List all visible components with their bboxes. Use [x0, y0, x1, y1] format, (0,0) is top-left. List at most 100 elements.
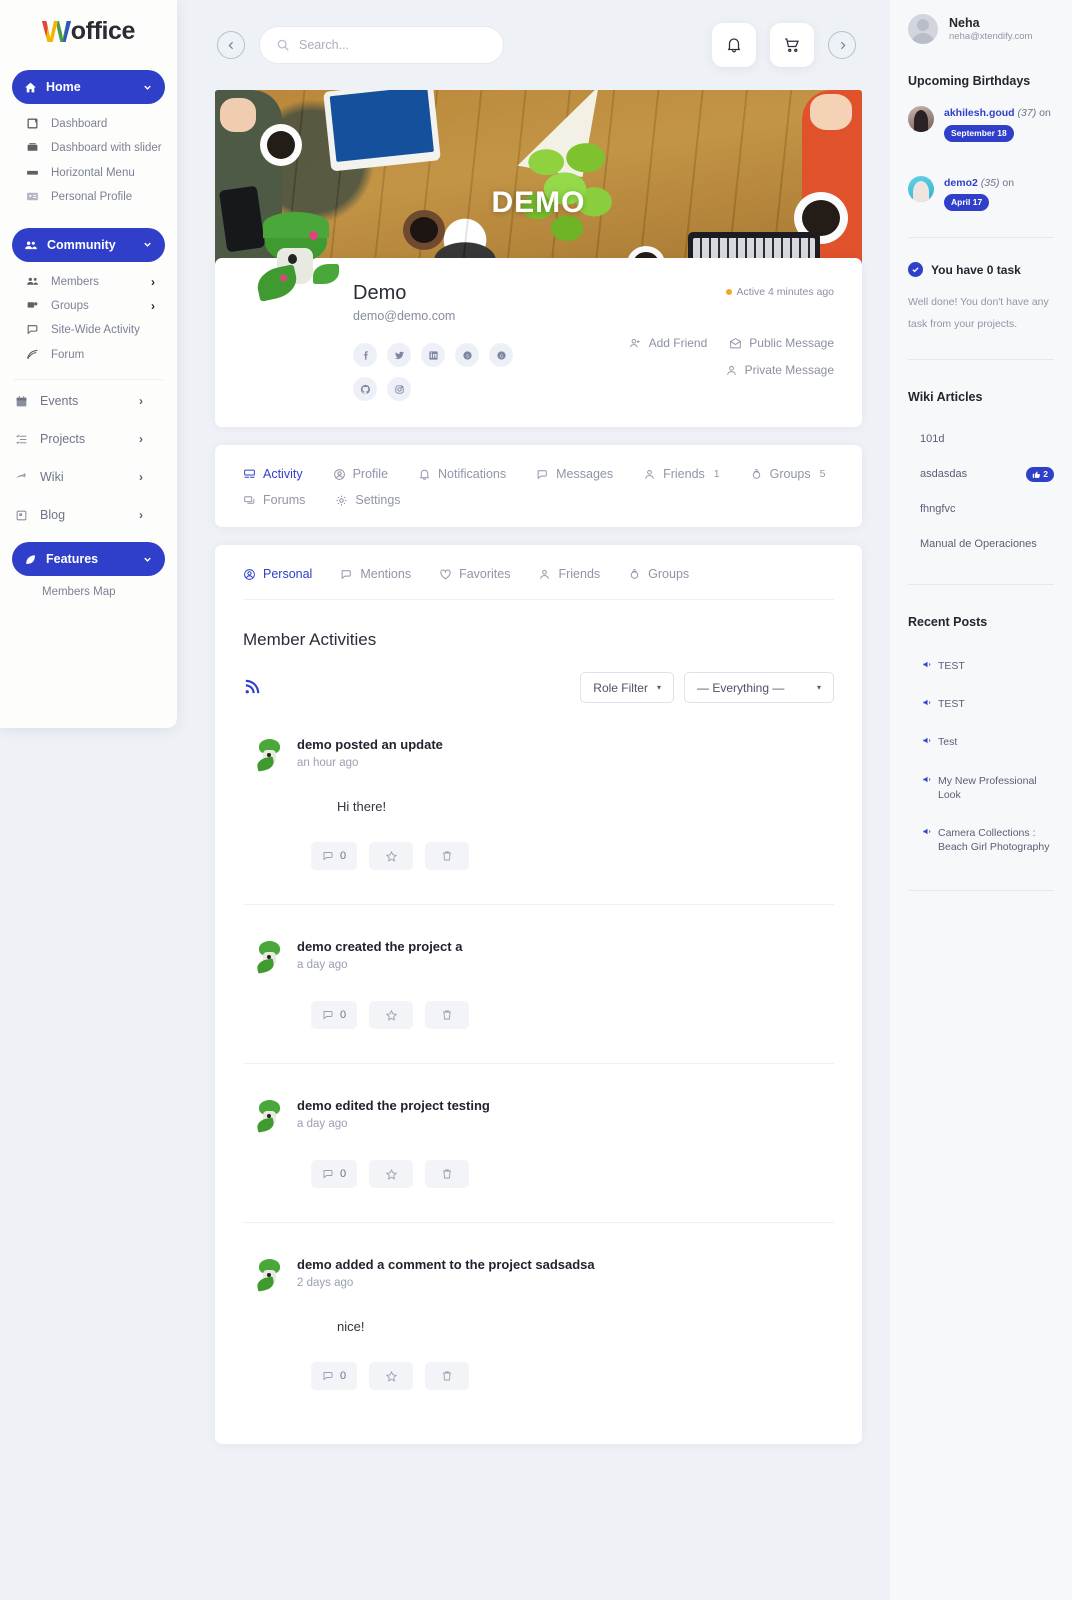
rss-icon[interactable]	[243, 679, 260, 696]
sidebar-item-members-map[interactable]: Members Map	[0, 586, 177, 598]
sidebar-item-events[interactable]: Events ›	[0, 382, 177, 420]
wiki-list-item[interactable]: Manual de Operaciones	[908, 527, 1054, 562]
birthday-text: akhilesh.goud (37) on September 18	[944, 106, 1051, 142]
back-button[interactable]	[217, 31, 245, 59]
comment-button[interactable]: 0	[311, 1001, 358, 1029]
filter-tab-favorites[interactable]: Favorites	[439, 567, 510, 581]
sidebar-item-features[interactable]: Features	[12, 542, 165, 576]
tab-forums[interactable]: Forums	[243, 493, 305, 507]
tab-settings[interactable]: Settings	[335, 493, 401, 507]
avatar[interactable]	[255, 1259, 283, 1292]
post-list-item[interactable]: TEST	[908, 685, 1054, 723]
birthday-name[interactable]: demo2	[944, 177, 978, 189]
filter-tab-groups[interactable]: Groups	[628, 567, 689, 581]
favorite-button[interactable]	[369, 1362, 414, 1390]
tab-groups[interactable]: Groups 5	[750, 467, 825, 481]
public-message-icon	[729, 337, 742, 350]
search-box[interactable]	[259, 26, 504, 64]
add-friend-button[interactable]: Add Friend	[629, 336, 707, 350]
activity-title: demo posted an update	[297, 737, 443, 752]
google-plus-icon[interactable]: G	[489, 343, 513, 367]
messages-icon	[536, 468, 549, 481]
post-list-item[interactable]: TEST	[908, 647, 1054, 685]
private-message-button[interactable]: Private Message	[725, 363, 834, 377]
delete-button[interactable]	[425, 1001, 470, 1029]
birthday-item[interactable]: demo2 (35) on April 17	[908, 175, 1054, 211]
post-item-label: TEST	[938, 698, 965, 711]
tab-friends[interactable]: Friends 1	[643, 467, 720, 481]
github-icon[interactable]	[353, 377, 377, 401]
delete-button[interactable]	[425, 1160, 470, 1188]
role-filter-select[interactable]: Role Filter ▾	[580, 672, 674, 703]
delete-button[interactable]	[425, 1362, 470, 1390]
twitter-icon[interactable]	[387, 343, 411, 367]
comment-button[interactable]: 0	[311, 1362, 358, 1390]
tab-notifications[interactable]: Notifications	[418, 467, 506, 481]
tab-messages[interactable]: Messages	[536, 467, 613, 481]
sidebar-item-horizontal-menu-label: Horizontal Menu	[51, 166, 135, 179]
sidebar-item-blog[interactable]: Blog ›	[0, 496, 177, 534]
cover-tablet	[323, 90, 441, 172]
forward-button[interactable]	[828, 31, 856, 59]
skype-icon[interactable]: S	[455, 343, 479, 367]
birthday-item[interactable]: akhilesh.goud (37) on September 18	[908, 106, 1054, 142]
sidebar-item-projects[interactable]: Projects ›	[0, 420, 177, 458]
section-title: Member Activities	[243, 630, 377, 649]
comment-icon	[322, 850, 334, 862]
favorite-button[interactable]	[369, 1001, 414, 1029]
sidebar-item-groups[interactable]: Groups ›	[0, 294, 177, 318]
avatar[interactable]	[255, 739, 283, 772]
sidebar-item-personal-profile[interactable]: Personal Profile	[0, 185, 177, 209]
cart-button[interactable]	[770, 23, 814, 67]
sidebar-item-site-wide-activity[interactable]: Site-Wide Activity	[0, 318, 177, 342]
birthday-on: on	[1039, 107, 1051, 119]
bell-icon	[418, 468, 431, 481]
sidebar-item-wiki[interactable]: Wiki ›	[0, 458, 177, 496]
chevron-right-icon: ›	[139, 432, 143, 446]
avatar[interactable]	[254, 210, 343, 306]
favorite-button[interactable]	[369, 842, 414, 870]
sidebar-item-community[interactable]: Community	[12, 227, 165, 262]
tab-profile[interactable]: Profile	[333, 467, 388, 481]
comment-button[interactable]: 0	[311, 1160, 358, 1188]
status-dot-icon	[725, 289, 732, 295]
wiki-list-item[interactable]: asdasdas 2	[908, 457, 1054, 492]
sidebar-item-horizontal-menu[interactable]: Horizontal Menu	[0, 161, 177, 185]
wiki-list-item[interactable]: 101d	[908, 422, 1054, 457]
search-input[interactable]	[299, 38, 487, 52]
comment-button[interactable]: 0	[311, 842, 358, 870]
sidebar-item-members[interactable]: Members ›	[0, 270, 177, 294]
filter-tab-friends[interactable]: Friends	[538, 567, 600, 581]
tab-activity[interactable]: Activity	[243, 467, 303, 481]
favorite-button[interactable]	[369, 1160, 414, 1188]
sidebar-item-dashboard-with-slider[interactable]: Dashboard with slider	[0, 136, 177, 160]
filter-tab-mentions[interactable]: Mentions	[340, 567, 411, 581]
sidebar-divider	[14, 379, 163, 380]
delete-button[interactable]	[425, 842, 470, 870]
avatar[interactable]	[255, 941, 283, 974]
post-list-item[interactable]: Test	[908, 723, 1054, 761]
birthday-name[interactable]: akhilesh.goud	[944, 107, 1015, 119]
wiki-like-badge: 2	[1026, 466, 1054, 483]
post-list-item[interactable]: My New Professional Look	[908, 762, 1054, 814]
filter-tab-mentions-label: Mentions	[360, 567, 412, 581]
wiki-list-item[interactable]: fhngfvc	[908, 492, 1054, 527]
sidebar-item-dashboard[interactable]: Dashboard	[0, 112, 177, 136]
heart-icon	[439, 568, 452, 581]
public-message-button[interactable]: Public Message	[729, 336, 834, 350]
avatar[interactable]	[255, 1100, 283, 1133]
post-list-item[interactable]: Camera Collections : Beach Girl Photogra…	[908, 814, 1054, 866]
current-user[interactable]: Neha neha@xtendify.com	[908, 0, 1054, 44]
linkedin-icon[interactable]	[421, 343, 445, 367]
instagram-icon[interactable]	[387, 377, 411, 401]
facebook-icon[interactable]	[353, 343, 377, 367]
brand-logo[interactable]: Woffice	[0, 0, 177, 62]
profile-email: demo@demo.com	[353, 309, 456, 323]
everything-filter-select[interactable]: — Everything — ▾	[684, 672, 834, 703]
filter-tab-personal[interactable]: Personal	[243, 567, 312, 581]
profile-tabs: Activity Profile Notifications Messages …	[243, 467, 834, 507]
birthday-text: demo2 (35) on April 17	[944, 176, 1014, 211]
notifications-button[interactable]	[712, 23, 756, 67]
sidebar-item-home[interactable]: Home	[12, 70, 165, 104]
sidebar-item-forum[interactable]: Forum	[0, 343, 177, 367]
